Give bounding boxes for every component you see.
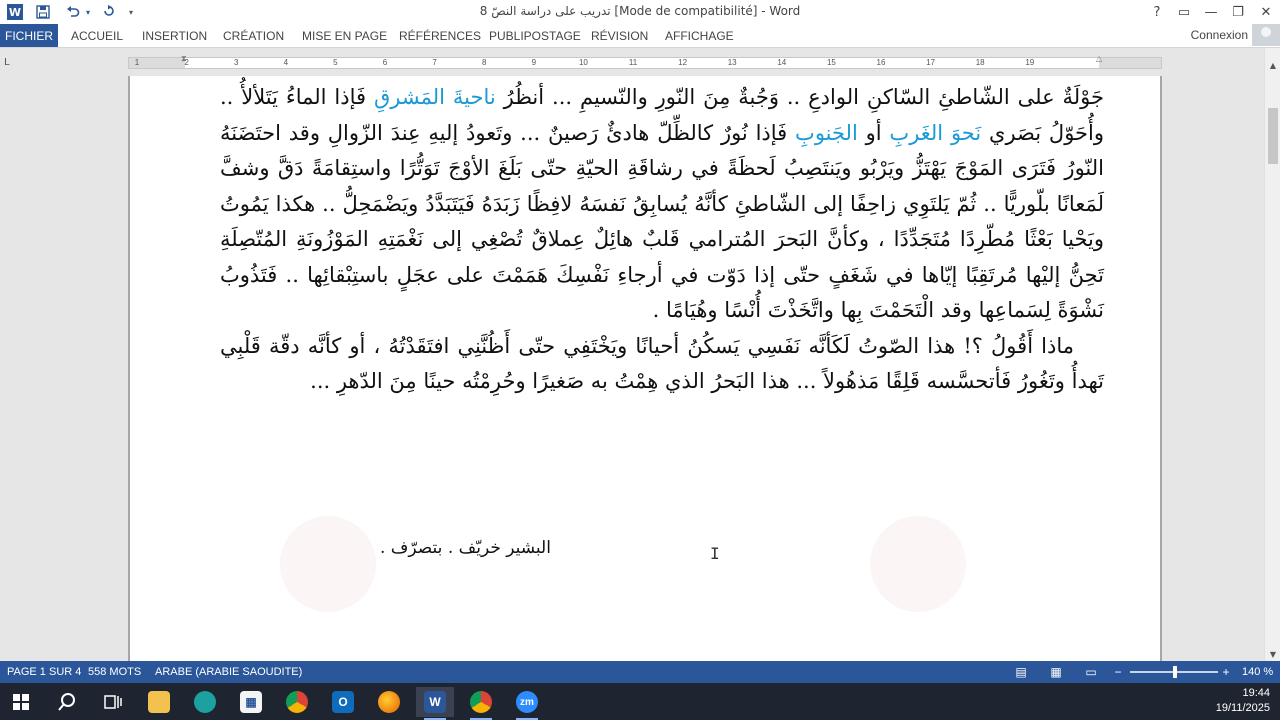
- ruler-tick-label: 15: [826, 58, 836, 67]
- ruler-tick-label: 11: [628, 58, 638, 67]
- ruler-tick-label: 2: [184, 58, 189, 67]
- document-page[interactable]: جَوْلَةٌ على الشّاطئِ السّاكنِ الوادعِ .…: [128, 76, 1162, 661]
- vertical-scrollbar[interactable]: ▲ ▼: [1264, 48, 1280, 661]
- ruler-tick-label: 1: [134, 58, 140, 67]
- tab-stop-selector[interactable]: L: [4, 57, 10, 68]
- text-run: أو: [857, 120, 890, 145]
- ruler-tick-label: 6: [382, 58, 388, 67]
- store-icon[interactable]: ▦: [232, 687, 270, 717]
- ruler-tick-label: 5: [333, 58, 338, 67]
- ruler-tick-label: 8: [481, 58, 487, 67]
- tab-accueil[interactable]: ACCUEIL: [71, 24, 123, 47]
- close-button[interactable]: ✕: [1252, 0, 1280, 24]
- page-count[interactable]: PAGE 1 SUR 4: [7, 666, 81, 678]
- zoom-in-button[interactable]: +: [1218, 664, 1234, 680]
- scroll-up-icon[interactable]: ▲: [1265, 58, 1280, 72]
- text-run: فَإذا نُورٌ كالظِّلّ هادئٌ رَصينٌ ... وت…: [220, 120, 1104, 323]
- ruler-tick-label: 10: [578, 58, 588, 67]
- zoom-slider-thumb[interactable]: [1173, 666, 1177, 678]
- author-attribution: البشير خريّف . بتصرّف .: [380, 538, 551, 558]
- help-button[interactable]: ?: [1143, 0, 1171, 24]
- tab-insertion[interactable]: INSERTION: [142, 24, 207, 47]
- window-title: تدريب على دراسة النصّ 8 [Mode de compati…: [479, 4, 801, 18]
- search-icon[interactable]: [48, 687, 86, 717]
- ruler-tick-label: 7: [432, 58, 437, 67]
- zoom-out-button[interactable]: −: [1110, 664, 1126, 680]
- watermark-stamp: [870, 516, 966, 612]
- clock-date: 19/11/2025: [1215, 702, 1270, 714]
- title-bar: W ▾ ▾ تدريب على دراسة النصّ 8 [Mode de c…: [0, 0, 1280, 24]
- windows-start-icon[interactable]: [2, 687, 40, 717]
- document-paragraph[interactable]: ماذا أَقُولُ ؟! هذا الصّوتُ لَكَأنَّه نَ…: [220, 329, 1104, 400]
- file-explorer-icon[interactable]: [140, 687, 178, 717]
- document-area[interactable]: جَوْلَةٌ على الشّاطئِ السّاكنِ الوادعِ .…: [0, 76, 1264, 661]
- windows-taskbar: ▦ O W zm 19:44 19/11/2025: [0, 683, 1280, 720]
- language-indicator[interactable]: ARABE (ARABIE SAOUDITE): [155, 666, 302, 678]
- ribbon-display-options-button[interactable]: ▭: [1170, 0, 1198, 24]
- zoom-app-icon[interactable]: zm: [508, 687, 546, 720]
- tab-revision[interactable]: RÉVISION: [591, 24, 648, 47]
- highlighted-phrase: نَحوَ الغَربِ: [889, 120, 982, 145]
- text-run: ماذا أَقُولُ ؟! هذا الصّوتُ لَكَأنَّه نَ…: [220, 333, 1104, 394]
- scroll-down-icon[interactable]: ▼: [1265, 647, 1280, 661]
- ruler-tick-label: 3: [233, 58, 239, 67]
- ruler-tick-label: 9: [531, 58, 537, 67]
- ruler-area: L ⧗ △ 1 2 3 4 5 6 7 8 9 10 11 12 13 14 15 16 17 18 19: [0, 48, 1280, 76]
- chrome-icon[interactable]: [278, 687, 316, 717]
- tab-creation[interactable]: CRÉATION: [223, 24, 284, 47]
- ruler-tick-label: 19: [1025, 58, 1035, 67]
- status-bar: PAGE 1 SUR 4 558 MOTS ARABE (ARABIE SAOU…: [0, 661, 1280, 683]
- ruler-tick-label: 14: [777, 58, 787, 67]
- clock-time: 19:44: [1242, 687, 1270, 699]
- word-count[interactable]: 558 MOTS: [88, 666, 141, 678]
- word-taskbar-icon[interactable]: W: [416, 687, 454, 720]
- ruler-tick-label: 17: [926, 58, 936, 67]
- text-run: جَوْلَةٌ على الشّاطئِ السّاكنِ الوادعِ .…: [495, 85, 1105, 109]
- right-indent-marker-icon[interactable]: △: [1096, 54, 1105, 63]
- zoom-level[interactable]: 140 %: [1242, 666, 1273, 678]
- ruler-tick-label: 18: [975, 58, 985, 67]
- system-clock[interactable]: 19:44 19/11/2025: [1216, 686, 1270, 716]
- restore-button[interactable]: ❐: [1224, 0, 1252, 24]
- read-mode-icon[interactable]: ▤: [1013, 664, 1029, 680]
- tab-affichage[interactable]: AFFICHAGE: [665, 24, 734, 47]
- document-body[interactable]: جَوْلَةٌ على الشّاطئِ السّاكنِ الوادعِ .…: [220, 80, 1104, 400]
- chrome-taskbar-icon[interactable]: [462, 687, 500, 720]
- tab-publipostage[interactable]: PUBLIPOSTAGE: [489, 24, 581, 47]
- ruler-tick-label: 16: [876, 58, 886, 67]
- avatar[interactable]: [1252, 24, 1280, 46]
- ruler-tick-label: 13: [727, 58, 737, 67]
- tab-mise-en-page[interactable]: MISE EN PAGE: [302, 24, 387, 47]
- ruler-tick-label: 12: [678, 58, 688, 67]
- document-paragraph[interactable]: جَوْلَةٌ على الشّاطئِ السّاكنِ الوادعِ .…: [220, 80, 1104, 329]
- highlighted-phrase: الجَنوبِ: [795, 120, 858, 145]
- tab-fichier[interactable]: FICHIER: [0, 24, 58, 47]
- scrollbar-thumb[interactable]: [1268, 108, 1278, 164]
- firefox-icon[interactable]: [370, 687, 408, 717]
- tab-references[interactable]: RÉFÉRENCES: [399, 24, 481, 47]
- task-view-icon[interactable]: [94, 687, 132, 717]
- ribbon-tabs: FICHIER ACCUEIL INSERTION CRÉATION MISE …: [0, 24, 1280, 48]
- minimize-button[interactable]: —: [1197, 0, 1225, 24]
- highlighted-phrase: ناحيةَ المَشرقِ: [373, 85, 496, 109]
- watermark-stamp: [280, 516, 376, 612]
- print-layout-icon[interactable]: ▦: [1048, 664, 1064, 680]
- sign-in-link[interactable]: Connexion: [1191, 28, 1248, 42]
- text-cursor-icon: I: [710, 544, 720, 563]
- web-layout-icon[interactable]: ▭: [1083, 664, 1099, 680]
- ruler-tick-label: 4: [283, 58, 289, 67]
- outlook-icon[interactable]: O: [324, 687, 362, 717]
- horizontal-ruler[interactable]: ⧗ △ 1 2 3 4 5 6 7 8 9 10 11 12 13 14 15 16 17 18 19: [128, 54, 1162, 69]
- ruler-right-margin: [1099, 58, 1161, 68]
- edge-icon[interactable]: [186, 687, 224, 717]
